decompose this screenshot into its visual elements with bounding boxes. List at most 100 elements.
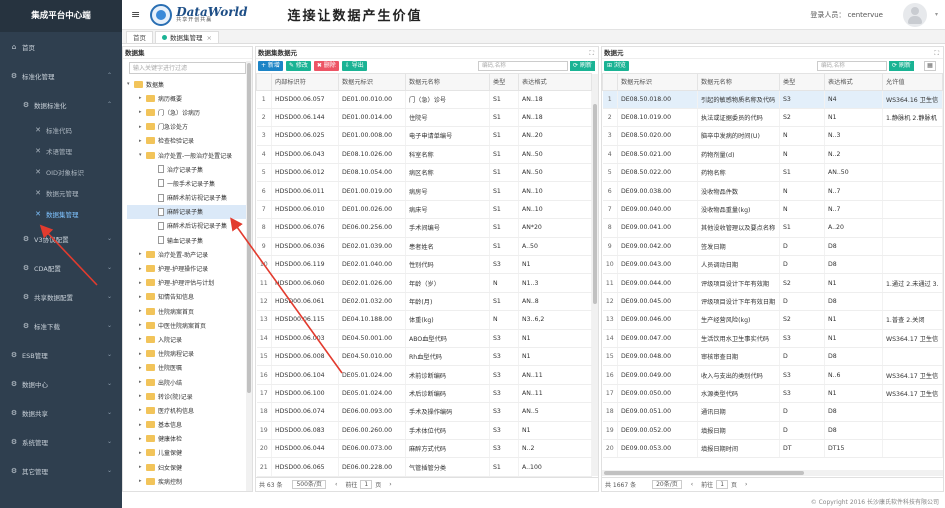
table-row[interactable]: 16 HDSD00.06.104 DE05.01.024.00 术前诊断编码 S3 AN.… (256, 365, 592, 385)
table-row[interactable]: 1 HDSD00.06.057 DE01.00.010.00 门（急）诊号 S1 AN..… (256, 90, 592, 109)
tree-node[interactable]: ▸ 检查检验记录 (127, 134, 252, 148)
column-header[interactable]: 类型 (489, 73, 519, 91)
table-row[interactable]: 8 HDSD00.06.076 DE06.00.256.00 手术间编号 S1 AN*20 (256, 218, 592, 238)
table-row[interactable]: 15 DE09.00.048.00 审核审查日期 D D8 (602, 347, 943, 367)
right-page-size-select[interactable]: 20条/页 (652, 480, 682, 489)
tree-node[interactable]: ▸ 入院记录 (127, 332, 252, 346)
right-search-input[interactable]: 编码,名称 (817, 61, 887, 71)
sidebar-item[interactable]: ✕ OID对象标识 (0, 161, 122, 182)
tree-arrow-icon[interactable]: ▸ (139, 95, 146, 101)
tab-home[interactable]: 首页 (126, 31, 153, 43)
tree-node[interactable]: 治疗记录子集 (127, 162, 252, 176)
table-row[interactable]: 20 HDSD00.06.044 DE06.00.073.00 麻醉方式代码 S3 N..… (256, 439, 592, 459)
column-header[interactable]: 内部标识符 (271, 73, 339, 91)
table-row[interactable]: 12 HDSD00.06.061 DE02.01.032.00 年龄(月) S1 AN..… (256, 292, 592, 312)
tree-node[interactable]: ▸ 中医住院病案首页 (127, 318, 252, 332)
table-row[interactable]: 3 HDSD00.06.025 DE01.00.008.00 电子申请单编号 S1 AN.… (256, 126, 592, 146)
column-header[interactable] (256, 73, 272, 91)
tree-arrow-icon[interactable]: ▸ (139, 351, 146, 357)
tree-node[interactable]: ▸ 门急诊处方 (127, 120, 252, 134)
sidebar-item[interactable]: ⚙ CDA配置 ⌄ (0, 253, 122, 282)
table-row[interactable]: 7 DE09.00.040.00 没收物品重量(kg) N N..7 (602, 200, 943, 220)
tree-node[interactable]: 麻醉术后访视记录子集 (127, 219, 252, 233)
table-row[interactable]: 20 DE09.00.053.00 填报日期时间 DT DT15 (602, 439, 943, 459)
sidebar-item[interactable]: ⚙ 数据中心 ⌄ (0, 369, 122, 398)
tree-node[interactable]: 一般手术记录子集 (127, 176, 252, 190)
mid-search-input[interactable]: 编码,名称 (478, 61, 568, 71)
tree-node[interactable]: ▸ 住院病程记录 (127, 347, 252, 361)
caret-down-icon[interactable]: ▾ (935, 11, 938, 18)
grid-icon[interactable]: ▦ (924, 61, 936, 71)
table-row[interactable]: 5 HDSD00.06.012 DE08.10.054.00 病区名称 S1 AN..50 (256, 163, 592, 183)
tree-arrow-icon[interactable]: ▾ (127, 81, 134, 87)
tree-arrow-icon[interactable]: ▸ (139, 124, 146, 130)
tree-node[interactable]: ▸ 妇女保健 (127, 460, 252, 474)
tree-node[interactable]: ▸ 疾病控制 (127, 474, 252, 488)
tree-node[interactable]: ▾ 治疗处置-一般治疗处置记录 (127, 148, 252, 162)
table-row[interactable]: 7 HDSD00.06.010 DE01.00.026.00 病床号 S1 AN..10 (256, 200, 592, 220)
table-row[interactable]: 10 HDSD00.06.119 DE02.01.040.00 性别代码 S3 N1 (256, 255, 592, 275)
sidebar-item[interactable]: ⚙ ESB管理 ⌄ (0, 340, 122, 369)
table-row[interactable]: 6 DE09.00.038.00 没收物品件数 N N..7 (602, 181, 943, 201)
mid-page-size-select[interactable]: 500条/页 (292, 480, 326, 489)
table-row[interactable]: 8 DE09.00.041.00 其他没收管理以及要点名称 S1 A..20 (602, 218, 943, 238)
tree-arrow-icon[interactable]: ▸ (139, 280, 146, 286)
tree-node[interactable]: 输血记录子集 (127, 233, 252, 247)
column-header[interactable]: 类型 (779, 73, 825, 91)
sidebar-item[interactable]: ⚙ 其它管理 ⌄ (0, 456, 122, 485)
table-row[interactable]: 17 DE09.00.050.00 水源类型代码 S3 N1 WS364.17 卫生信 (602, 384, 943, 404)
tree-arrow-icon[interactable]: ▸ (139, 478, 146, 484)
tree-node[interactable]: ▸ 护理-护理评估与计划 (127, 276, 252, 290)
table-row[interactable]: 6 HDSD00.06.011 DE01.00.019.00 病房号 S1 AN..10 (256, 181, 592, 201)
column-header[interactable]: 数据元标识 (338, 73, 406, 91)
tree-arrow-icon[interactable]: ▸ (139, 336, 146, 342)
right-page-input[interactable]: 1 (716, 480, 729, 489)
tree-arrow-icon[interactable]: ▸ (139, 322, 146, 328)
next-page-icon[interactable]: › (389, 481, 391, 488)
sidebar-item[interactable]: ⚙ V3协议配置 ⌄ (0, 224, 122, 253)
table-row[interactable]: 2 HDSD00.06.144 DE01.00.014.00 住院号 S1 AN..18 (256, 108, 592, 128)
table-row[interactable]: 21 HDSD00.06.065 DE06.00.228.00 气管插管分类 S1 A..… (256, 457, 592, 477)
table-row[interactable]: 11 HDSD00.06.060 DE02.01.026.00 年龄（岁） N N1..3 (256, 273, 592, 293)
tree-node[interactable]: ▸ 治疗处置-助产记录 (127, 247, 252, 261)
table-row[interactable]: 1 DE08.50.018.00 引起的敏感物质名称及代码 S3 N4 WS364.16 … (602, 90, 943, 109)
table-row[interactable]: 16 DE09.00.049.00 收入与支出的类别代码 S3 N..6 WS364.17… (602, 365, 943, 385)
sidebar-item[interactable]: ⚙ 系统管理 ⌄ (0, 427, 122, 456)
tree-node[interactable]: ▸ 知情告知信息 (127, 290, 252, 304)
tree-node[interactable]: ▸ 门（急）诊病历 (127, 105, 252, 119)
tree-search-input[interactable]: 输入关键字进行过滤 (129, 62, 246, 74)
edit-button[interactable]: ✎ 修改 (285, 61, 311, 71)
tree-node[interactable]: ▸ 住院医嘱 (127, 361, 252, 375)
tree-arrow-icon[interactable]: ▸ (139, 422, 146, 428)
table-row[interactable]: 17 HDSD00.06.100 DE05.01.024.00 术后诊断编码 S3 AN.… (256, 384, 592, 404)
right-refresh-button[interactable]: ⟳ 刷新 (889, 61, 914, 71)
table-row[interactable]: 18 HDSD00.06.074 DE06.00.093.00 手术及操作编码 S3 AN… (256, 402, 592, 422)
delete-button[interactable]: ✖ 删除 (313, 61, 339, 71)
expand-icon[interactable]: ⛶ (934, 47, 939, 59)
tree-arrow-icon[interactable]: ▸ (139, 138, 146, 144)
browse-button[interactable]: ⊞ 浏览 (604, 61, 629, 71)
sidebar-item[interactable]: ✕ 标准代码 (0, 119, 122, 140)
table-row[interactable]: 14 DE09.00.047.00 生活饮用水卫生事实代码 S3 N1 WS364.17 … (602, 329, 943, 348)
tree-arrow-icon[interactable]: ▸ (139, 308, 146, 314)
table-row[interactable]: 18 DE09.00.051.00 通讯日期 D D8 (602, 402, 943, 422)
tree-arrow-icon[interactable]: ▸ (139, 251, 146, 257)
prev-page-icon[interactable]: ‹ (335, 481, 337, 488)
tree-scrollbar[interactable] (246, 61, 252, 491)
table-row[interactable]: 19 HDSD00.06.083 DE06.00.260.00 手术体位代码 S3 N1 (256, 421, 592, 440)
add-button[interactable]: + 新增 (258, 61, 283, 71)
tree-node[interactable]: 麻醉术前访视记录子集 (127, 191, 252, 205)
sidebar-item[interactable]: ✕ 术语管理 (0, 140, 122, 161)
tree-arrow-icon[interactable]: ▸ (139, 109, 146, 115)
export-button[interactable]: ⇩ 导出 (341, 61, 367, 71)
tree-arrow-icon[interactable]: ▸ (139, 266, 146, 272)
tree-node[interactable]: ▸ 健康体检 (127, 432, 252, 446)
sidebar-item[interactable]: ⚙ 数据共享 ⌄ (0, 398, 122, 427)
mid-refresh-button[interactable]: ⟳ 刷新 (570, 61, 595, 71)
table-row[interactable]: 12 DE09.00.045.00 评级项目设计下年有效日期 D D8 (602, 292, 943, 312)
table-row[interactable]: 15 HDSD00.06.008 DE04.50.010.00 Rh血型代码 S3 N1 (256, 347, 592, 367)
column-header[interactable]: 表达格式 (824, 73, 883, 91)
table-row[interactable]: 5 DE08.50.022.00 药物名称 S1 AN..50 (602, 163, 943, 183)
tree-arrow-icon[interactable]: ▸ (139, 407, 146, 413)
next-page-icon[interactable]: › (745, 481, 747, 488)
